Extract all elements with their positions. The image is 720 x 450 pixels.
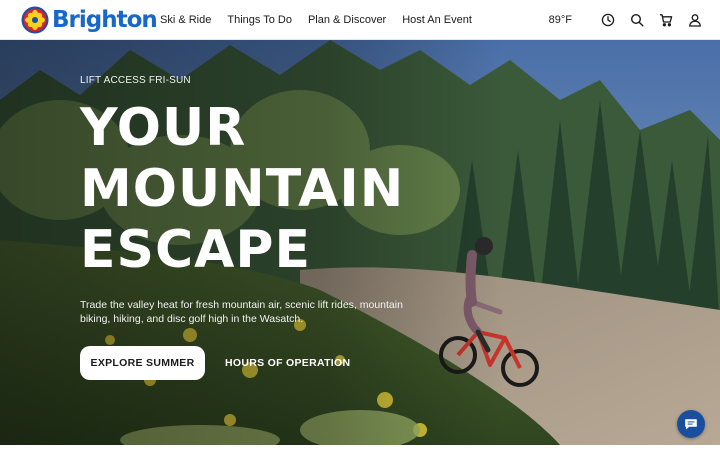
search-icon[interactable]	[630, 13, 644, 27]
flower-badge-icon	[21, 6, 49, 34]
page-bottom-edge	[0, 445, 720, 450]
user-icon[interactable]	[688, 13, 702, 27]
hours-of-operation-link[interactable]: HOURS OF OPERATION	[225, 346, 350, 380]
utility-bar: 89°F	[549, 0, 702, 40]
chat-button[interactable]	[677, 410, 705, 438]
brighton-logo[interactable]: Brighton	[21, 5, 158, 35]
explore-summer-button[interactable]: EXPLORE SUMMER	[80, 346, 205, 380]
hero-headline: YOUR MOUNTAIN ESCAPE	[80, 98, 404, 281]
site-header: Brighton Ski & Ride Things To Do Plan & …	[0, 0, 720, 40]
brand-wordmark: Brighton	[52, 7, 158, 33]
nav-item-ski-ride[interactable]: Ski & Ride	[160, 14, 211, 26]
headline-line-1: YOUR	[80, 98, 247, 158]
main-nav: Ski & Ride Things To Do Plan & Discover …	[160, 0, 488, 40]
headline-line-3: ESCAPE	[80, 220, 312, 280]
temperature-readout[interactable]: 89°F	[549, 14, 572, 26]
hero-eyebrow: LIFT ACCESS FRI-SUN	[80, 75, 191, 86]
nav-item-host-event[interactable]: Host An Event	[402, 14, 472, 26]
hero-subcopy: Trade the valley heat for fresh mountain…	[80, 299, 403, 325]
hero-section: LIFT ACCESS FRI-SUN YOUR MOUNTAIN ESCAPE…	[0, 40, 720, 445]
nav-item-plan-discover[interactable]: Plan & Discover	[308, 14, 386, 26]
headline-line-2: MOUNTAIN	[80, 159, 405, 219]
clock-icon[interactable]	[601, 13, 615, 27]
chat-icon	[685, 419, 697, 430]
nav-item-things-to-do[interactable]: Things To Do	[227, 14, 292, 26]
cart-icon[interactable]	[659, 13, 673, 27]
